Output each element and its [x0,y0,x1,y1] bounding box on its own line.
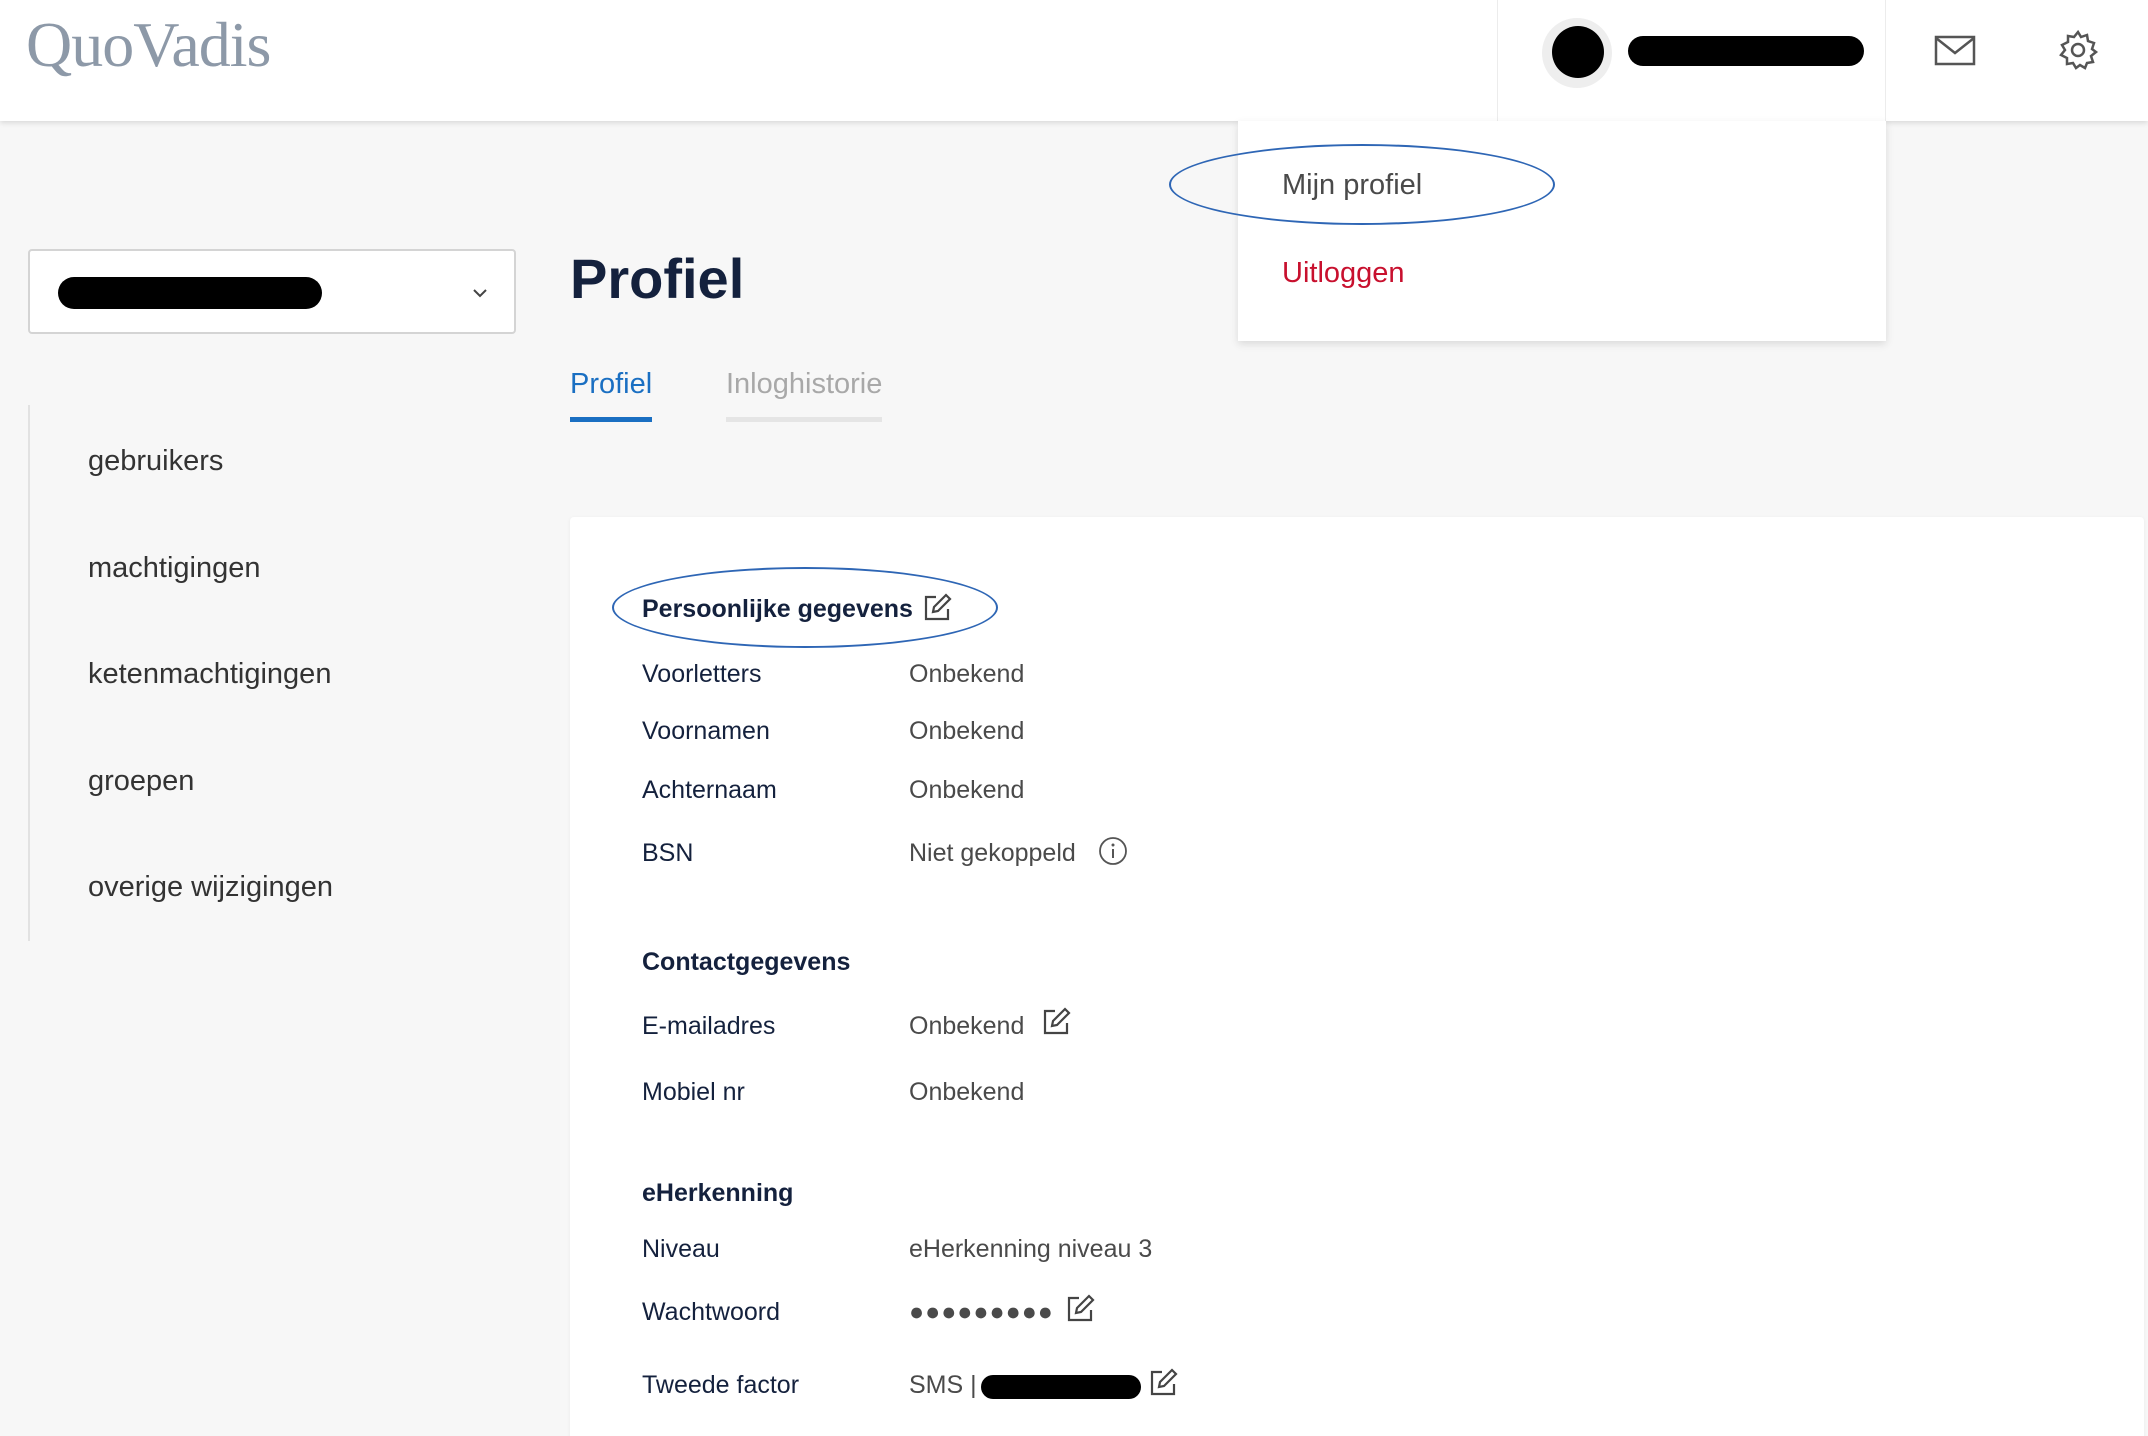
organisation-select[interactable] [28,249,516,334]
chevron-down-icon [473,289,487,298]
value-wachtwoord: ●●●●●●●●● [909,1298,1054,1326]
value-mobiel-nr: Onbekend [909,1078,1025,1106]
edit-icon[interactable] [1148,1368,1178,1398]
sidebar-item-machtigingen[interactable]: machtigingen [88,552,261,585]
phone-number-redacted [981,1375,1141,1399]
quovadis-logo[interactable]: QuoVadis [26,8,271,82]
page-title: Profiel [570,247,745,310]
label-wachtwoord: Wachtwoord [642,1298,781,1326]
username-redacted [1628,36,1864,66]
sidebar-item-groepen[interactable]: groepen [88,765,194,798]
value-tweede-factor: SMS | [909,1371,977,1399]
tab-inloghistorie[interactable]: Inloghistorie [726,368,883,422]
label-emailadres: E-mailadres [642,1012,776,1040]
menu-item-mijn-profiel[interactable]: Mijn profiel [1282,169,1422,202]
organisation-name-redacted [58,277,322,309]
profile-card: Persoonlijke gegevens Voorletters Onbeke… [570,517,2144,1436]
value-achternaam: Onbekend [909,776,1025,804]
edit-icon[interactable] [1065,1294,1095,1324]
value-bsn: Niet gekoppeld [909,839,1076,867]
mail-icon[interactable] [1933,28,1977,72]
label-voornamen: Voornamen [642,717,770,745]
edit-icon[interactable] [1041,1007,1071,1037]
tab-profiel[interactable]: Profiel [570,368,653,422]
sidebar-item-overige-wijzigingen[interactable]: overige wijzigingen [88,871,333,904]
label-achternaam: Achternaam [642,776,777,804]
sidebar-item-ketenmachtigingen[interactable]: ketenmachtigingen [88,658,331,691]
value-emailadres: Onbekend [909,1012,1025,1040]
top-header: QuoVadis [0,0,2148,121]
info-icon[interactable] [1098,836,1128,866]
gear-icon[interactable] [2056,28,2100,72]
label-bsn: BSN [642,839,694,867]
label-tweede-factor: Tweede factor [642,1371,800,1399]
value-voornamen: Onbekend [909,717,1025,745]
user-dropdown-menu: Mijn profiel Uitloggen [1238,121,1886,341]
avatar [1552,26,1604,78]
value-niveau: eHerkenning niveau 3 [909,1235,1153,1263]
menu-item-uitloggen[interactable]: Uitloggen [1282,257,1405,290]
value-voorletters: Onbekend [909,660,1025,688]
section-title-contactgegevens: Contactgegevens [642,948,851,976]
edit-icon[interactable] [922,593,952,623]
section-title-persoonlijke-gegevens: Persoonlijke gegevens [642,595,913,623]
sidebar-item-gebruikers[interactable]: gebruikers [88,445,223,478]
label-voorletters: Voorletters [642,660,762,688]
user-menu-toggle[interactable] [1497,0,1886,121]
section-title-eherkenning: eHerkenning [642,1179,794,1207]
label-niveau: Niveau [642,1235,720,1263]
sidebar-nav: gebruikers machtigingen ketenmachtiginge… [28,405,488,941]
label-mobiel-nr: Mobiel nr [642,1078,745,1106]
